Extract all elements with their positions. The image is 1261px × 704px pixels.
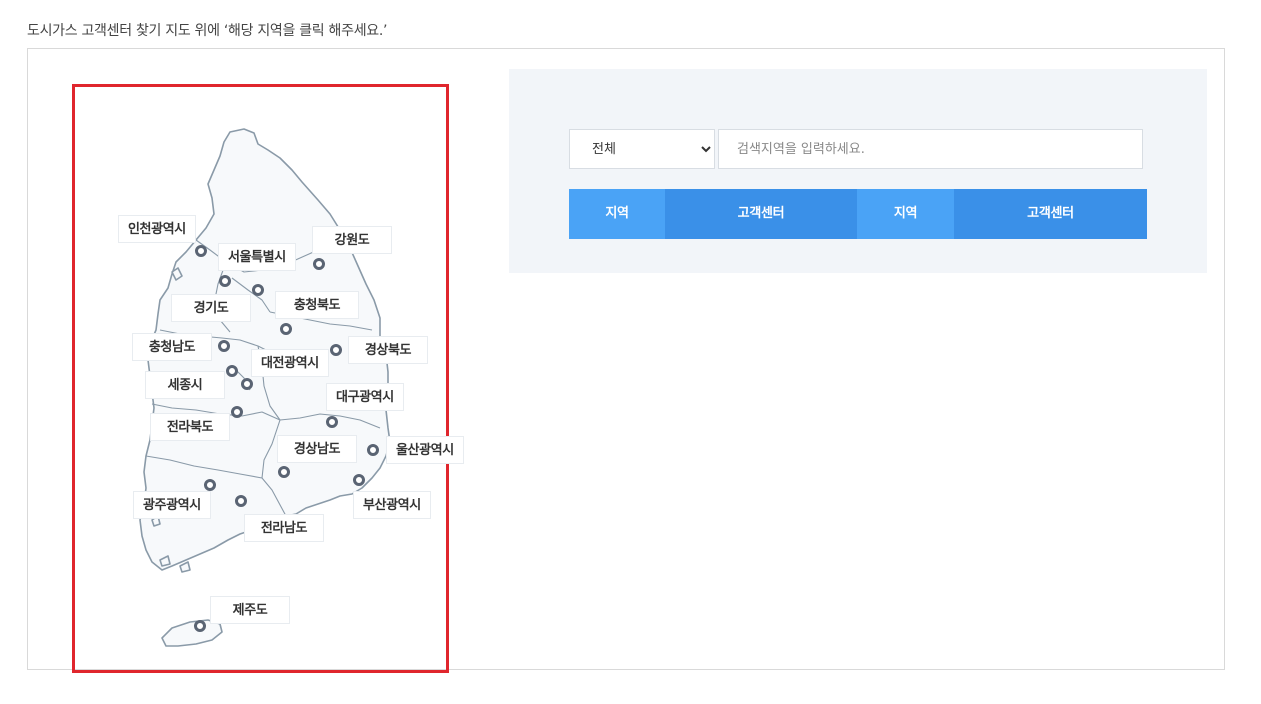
column-header-center-2: 고객센터: [954, 189, 1147, 239]
marker-jeonbuk[interactable]: [231, 406, 243, 418]
marker-busan[interactable]: [353, 474, 365, 486]
marker-jeonnam[interactable]: [235, 495, 247, 507]
column-header-center: 고객센터: [665, 189, 857, 239]
region-label-incheon[interactable]: 인천광역시: [118, 215, 196, 243]
region-select[interactable]: 전체: [569, 129, 715, 169]
column-header-region-2: 지역: [857, 189, 954, 239]
region-label-seoul[interactable]: 서울특별시: [218, 243, 296, 271]
column-header-region: 지역: [569, 189, 665, 239]
region-label-jeonnam[interactable]: 전라남도: [244, 514, 324, 542]
marker-jeju[interactable]: [194, 620, 206, 632]
marker-ulsan[interactable]: [367, 444, 379, 456]
marker-sejong[interactable]: [241, 378, 253, 390]
region-label-gyeongbuk[interactable]: 경상북도: [348, 336, 428, 364]
search-panel: [509, 69, 1207, 273]
region-label-daejeon[interactable]: 대전광역시: [251, 349, 329, 377]
marker-gyeongbuk[interactable]: [330, 344, 342, 356]
region-label-chungbuk[interactable]: 충청북도: [275, 291, 359, 319]
marker-daegu[interactable]: [326, 416, 338, 428]
region-label-jeju[interactable]: 제주도: [210, 596, 290, 624]
region-label-ulsan[interactable]: 울산광역시: [386, 436, 464, 464]
region-label-daegu[interactable]: 대구광역시: [326, 383, 404, 411]
region-label-jeonbuk[interactable]: 전라북도: [150, 413, 230, 441]
region-label-gangwon[interactable]: 강원도: [312, 226, 392, 254]
intro-text: 도시가스 고객센터 찾기 지도 위에 ‘해당 지역을 클릭 해주세요.’: [27, 23, 388, 39]
map-highlight-box: [72, 84, 449, 673]
marker-seoul[interactable]: [219, 275, 231, 287]
region-label-gyeongnam[interactable]: 경상남도: [277, 435, 357, 463]
marker-gwangju[interactable]: [204, 479, 216, 491]
region-search-input[interactable]: [718, 129, 1143, 169]
marker-gyeonggi[interactable]: [252, 284, 264, 296]
marker-gyeongnam[interactable]: [278, 466, 290, 478]
marker-incheon[interactable]: [195, 245, 207, 257]
region-label-sejong[interactable]: 세종시: [145, 371, 225, 399]
region-label-chungnam[interactable]: 충청남도: [132, 333, 212, 361]
marker-gangwon[interactable]: [313, 258, 325, 270]
region-label-busan[interactable]: 부산광역시: [353, 491, 431, 519]
marker-chungbuk[interactable]: [280, 323, 292, 335]
region-label-gyeonggi[interactable]: 경기도: [171, 294, 251, 322]
region-label-gwangju[interactable]: 광주광역시: [133, 491, 211, 519]
marker-chungnam[interactable]: [218, 340, 230, 352]
result-table-header: 지역 고객센터 지역 고객센터: [569, 189, 1147, 239]
marker-daejeon-area[interactable]: [226, 365, 238, 377]
